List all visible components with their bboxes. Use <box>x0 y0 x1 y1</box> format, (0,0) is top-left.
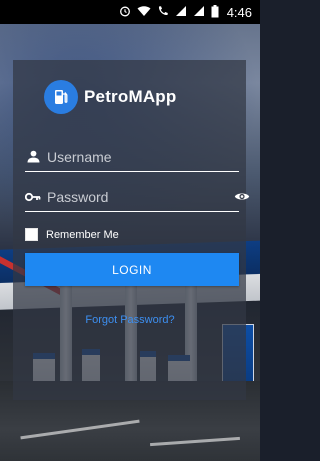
app-name: PetroMApp <box>84 87 177 106</box>
eye-icon[interactable] <box>234 190 250 204</box>
signal-icon <box>193 5 205 19</box>
person-icon <box>25 150 41 163</box>
call-icon <box>157 5 169 19</box>
forgot-password-link[interactable]: Forgot Password? <box>0 314 260 326</box>
status-time: 4:46 <box>226 4 252 20</box>
login-screen: 4:46 PetroMApp Remember Me <box>0 0 260 461</box>
password-field[interactable] <box>25 182 250 212</box>
battery-icon <box>211 4 219 20</box>
username-input[interactable] <box>41 148 239 165</box>
remember-checkbox[interactable] <box>25 228 38 241</box>
fuel-pump-icon <box>44 80 78 114</box>
alarm-icon <box>119 5 131 19</box>
status-bar: 4:46 <box>0 0 260 24</box>
signal-icon <box>175 5 187 19</box>
app-logo: PetroMApp <box>44 80 176 114</box>
wifi-icon <box>137 5 151 19</box>
remember-label: Remember Me <box>46 228 119 241</box>
remember-me[interactable]: Remember Me <box>25 228 119 241</box>
login-button[interactable]: LOGIN <box>25 253 239 286</box>
key-icon <box>25 192 41 202</box>
username-field[interactable] <box>25 142 239 172</box>
password-input[interactable] <box>41 188 234 205</box>
